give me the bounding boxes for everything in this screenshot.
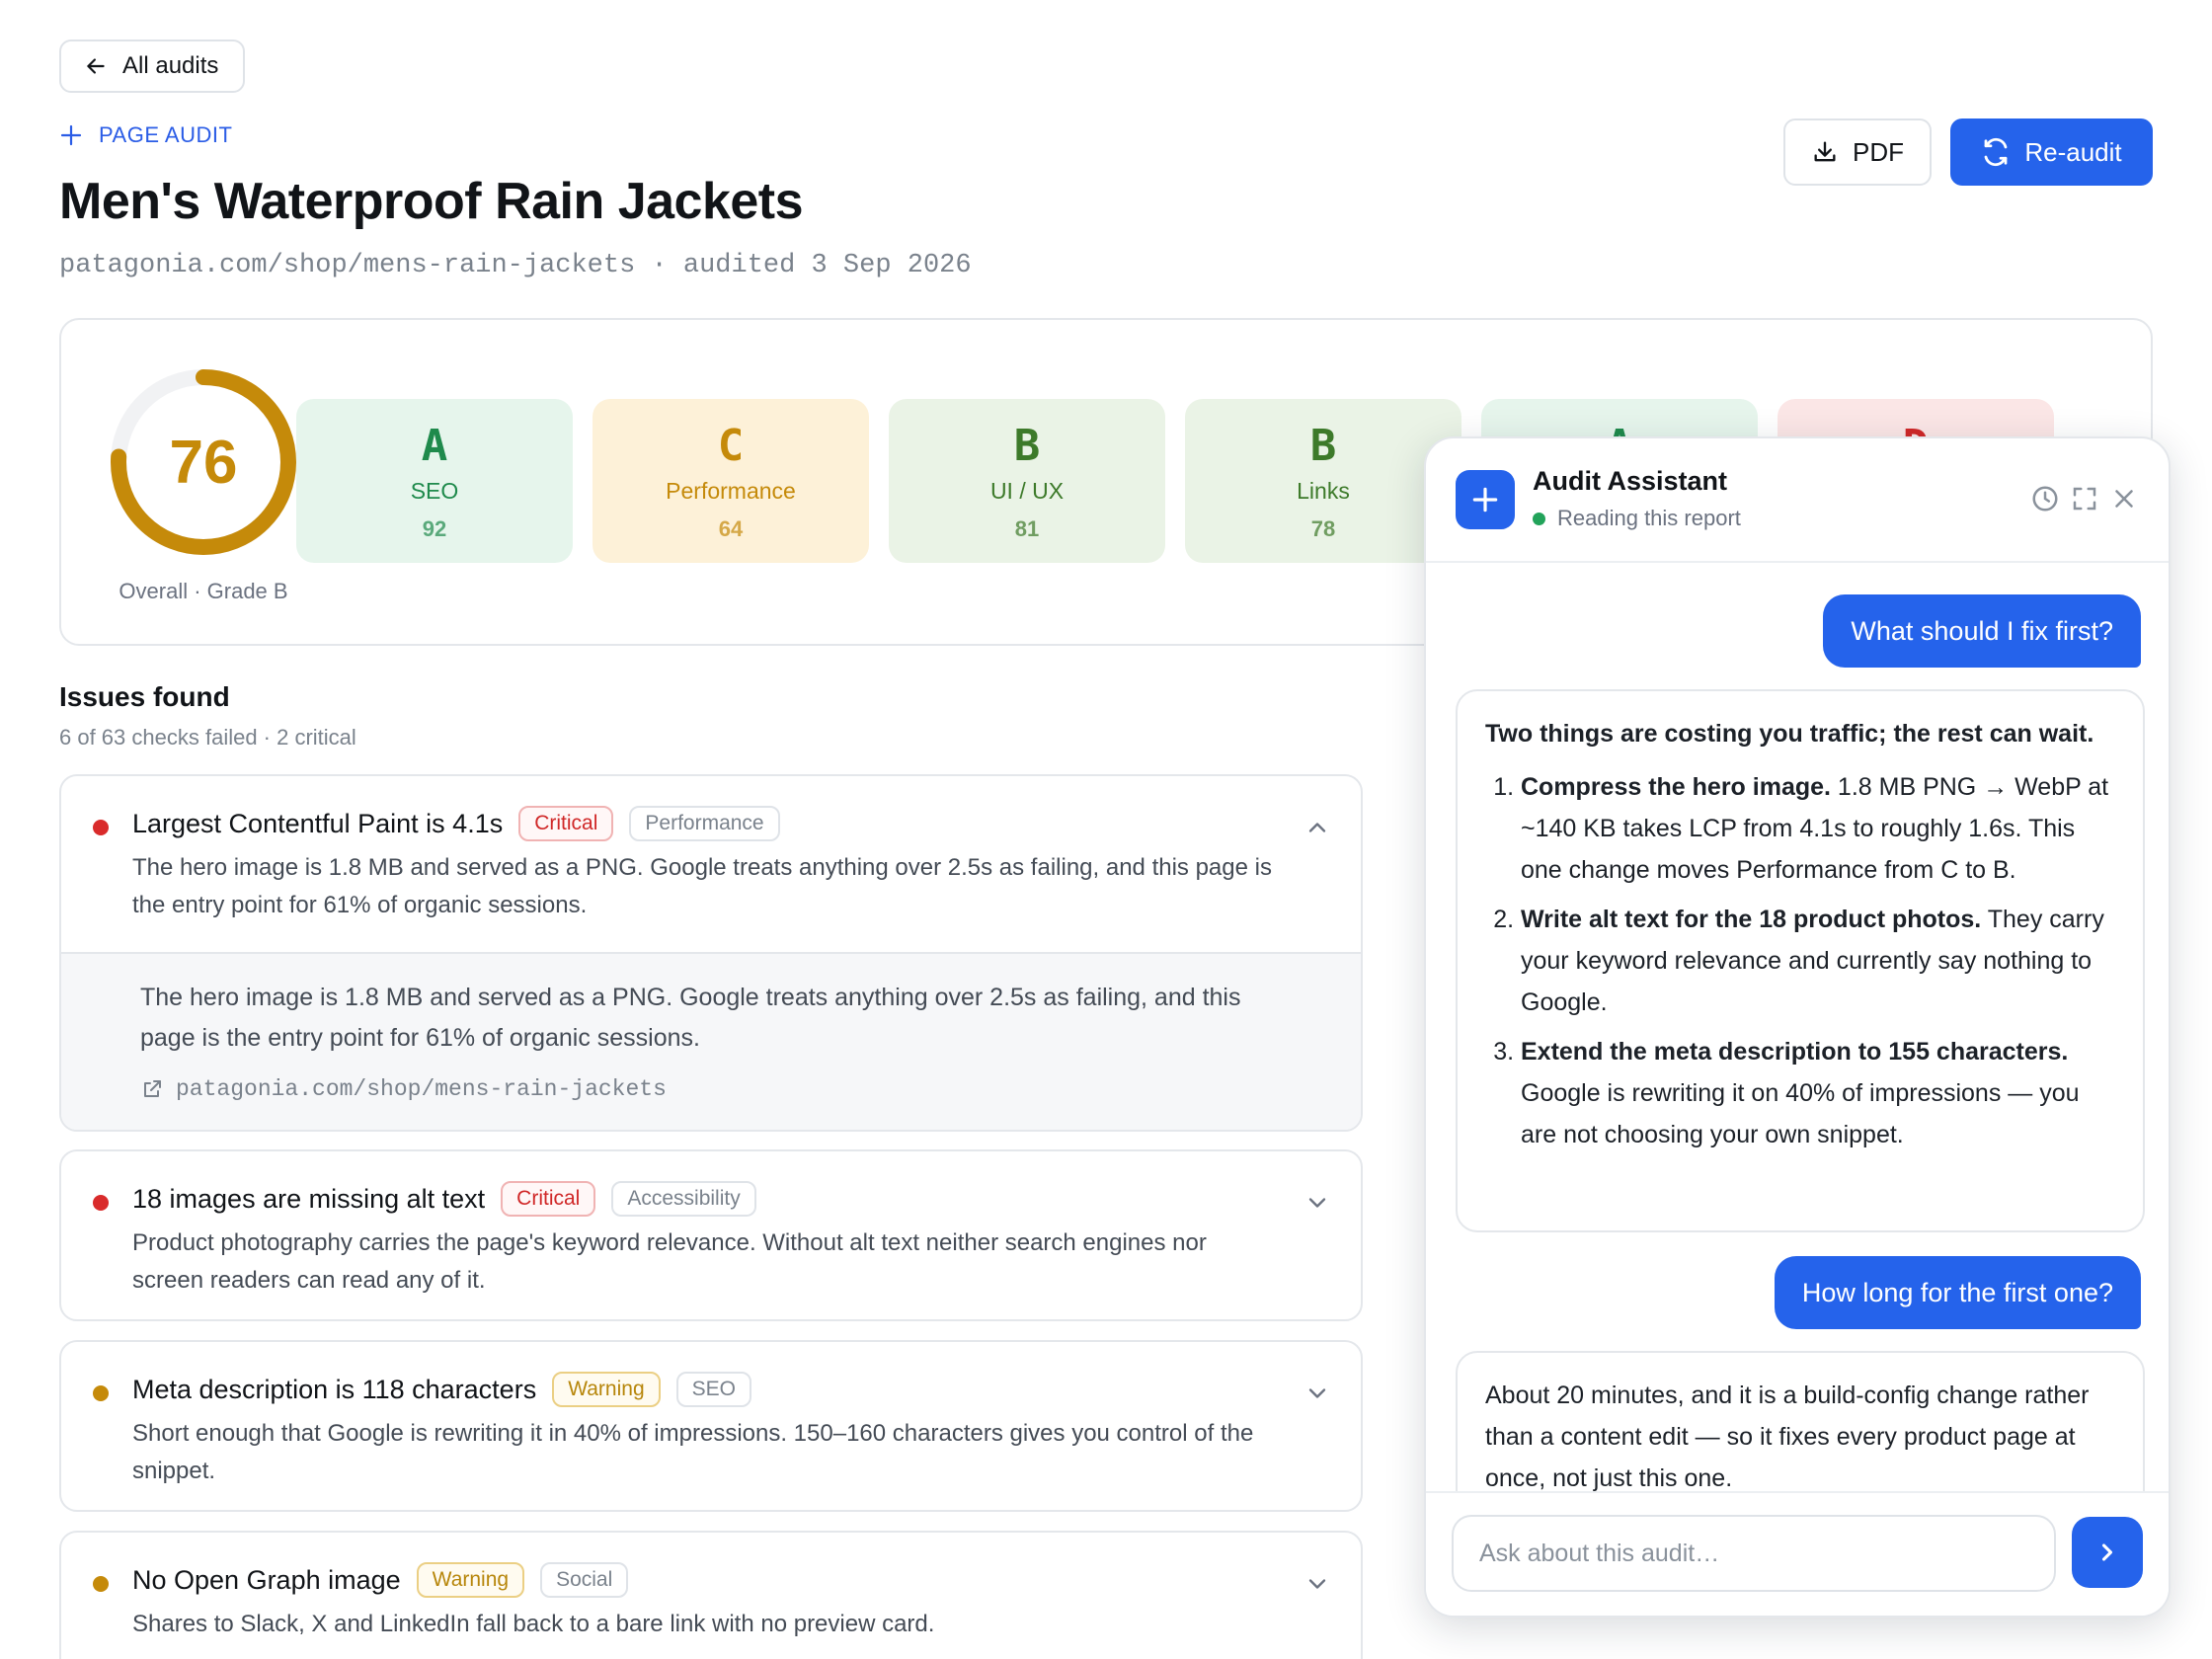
- grade-score: 81: [1014, 516, 1040, 541]
- user-message: What should I fix first?: [1823, 594, 2141, 668]
- list-item: Compress the hero image. 1.8 MB PNG → We…: [1521, 766, 2115, 891]
- issue-description: Shares to Slack, X and LinkedIn fall bac…: [132, 1611, 935, 1637]
- issue-title: 18 images are missing alt text: [132, 1183, 486, 1214]
- refresh-icon: [1984, 137, 2008, 167]
- all-audits-button[interactable]: All audits: [59, 40, 245, 93]
- chevron-down-icon[interactable]: [1304, 1189, 1331, 1217]
- issue-description: Short enough that Google is rewriting it…: [132, 1420, 1254, 1484]
- category-badge: Social: [540, 1562, 629, 1598]
- user-message: How long for the first one?: [1774, 1256, 2141, 1329]
- history-icon[interactable]: [2030, 484, 2060, 514]
- grade-score: 64: [718, 516, 744, 541]
- page-title: Men's Waterproof Rain Jackets: [59, 173, 804, 230]
- grade-letter: A: [421, 421, 448, 471]
- sparkle-icon: [60, 124, 82, 146]
- issue-title: Largest Contentful Paint is 4.1s: [132, 808, 504, 838]
- all-audits-label: All audits: [122, 52, 219, 79]
- issue-detail-panel: The hero image is 1.8 MB and served as a…: [61, 952, 1361, 1130]
- grade-card-ui-ux[interactable]: B UI / UX 81: [889, 399, 1165, 563]
- grade-letter: B: [1013, 421, 1041, 471]
- chevron-down-icon[interactable]: [1304, 1570, 1331, 1598]
- grade-label: SEO: [410, 478, 459, 504]
- grade-letter: C: [717, 421, 745, 471]
- overall-grade-caption: Overall · Grade B: [118, 579, 288, 603]
- re-audit-button[interactable]: Re-audit: [1950, 118, 2153, 186]
- issues-title: Issues found: [59, 681, 230, 712]
- assistant-title: Audit Assistant: [1533, 466, 1728, 496]
- assistant-message-intro: Two things are costing you traffic; the …: [1485, 720, 2094, 748]
- chevron-right-icon: [2101, 1543, 2113, 1561]
- issues-subtitle: 6 of 63 checks failed · 2 critical: [59, 725, 356, 750]
- issue-card-meta-description[interactable]: Meta description is 118 characters Warni…: [59, 1340, 1363, 1512]
- warning-dot: [93, 1385, 109, 1401]
- assistant-logo: [1456, 470, 1515, 529]
- category-badge: Accessibility: [611, 1181, 756, 1217]
- issue-description: Product photography carries the page's k…: [132, 1229, 1207, 1294]
- grade-card-seo[interactable]: A SEO 92: [296, 399, 573, 563]
- eyebrow-label: PAGE AUDIT: [99, 122, 233, 147]
- severity-badge: Warning: [416, 1562, 525, 1598]
- grade-letter: B: [1309, 421, 1337, 471]
- download-icon: [1814, 141, 1836, 162]
- issue-title: No Open Graph image: [132, 1564, 401, 1595]
- arrow-left-icon: [87, 58, 105, 74]
- grade-label: Performance: [666, 478, 796, 504]
- grade-score: 92: [422, 516, 447, 541]
- issue-link-url: patagonia.com/shop/mens-rain-jackets: [176, 1076, 667, 1102]
- grade-card-links[interactable]: B Links 78: [1185, 399, 1462, 563]
- chevron-up-icon[interactable]: [1304, 814, 1331, 841]
- issue-card-lcp[interactable]: Largest Contentful Paint is 4.1s Critica…: [59, 774, 1363, 1132]
- list-item: Write alt text for the 18 product photos…: [1521, 899, 2115, 1023]
- ask-input[interactable]: [1452, 1515, 2056, 1592]
- issue-title: Meta description is 118 characters: [132, 1374, 537, 1404]
- assistant-composer: [1426, 1491, 2169, 1616]
- issue-page-link[interactable]: patagonia.com/shop/mens-rain-jackets: [140, 1076, 1302, 1102]
- page-audit-eyebrow: PAGE AUDIT: [59, 122, 232, 148]
- pdf-download-button[interactable]: PDF: [1783, 118, 1932, 186]
- expand-icon[interactable]: [2070, 484, 2099, 514]
- issue-description: The hero image is 1.8 MB and served as a…: [132, 854, 1272, 918]
- overall-score-value: 76: [169, 428, 238, 497]
- assistant-message: Two things are costing you traffic; the …: [1456, 689, 2145, 1232]
- pdf-label: PDF: [1853, 136, 1904, 167]
- close-icon[interactable]: [2109, 484, 2139, 514]
- severity-badge: Critical: [518, 806, 614, 841]
- assistant-header: Audit Assistant Reading this report: [1426, 438, 2169, 563]
- grade-label: Links: [1297, 478, 1350, 504]
- re-audit-label: Re-audit: [2024, 136, 2122, 167]
- category-badge: Performance: [629, 806, 780, 841]
- page-url-subline: patagonia.com/shop/mens-rain-jackets · a…: [59, 251, 972, 280]
- sparkle-icon: [1472, 487, 1498, 513]
- online-status-dot: [1533, 512, 1545, 525]
- assistant-status: Reading this report: [1533, 506, 1741, 531]
- critical-dot: [93, 820, 109, 835]
- issue-card-alt-text[interactable]: 18 images are missing alt text Critical …: [59, 1149, 1363, 1321]
- send-button[interactable]: [2072, 1517, 2143, 1588]
- severity-badge: Critical: [501, 1181, 596, 1217]
- severity-badge: Warning: [552, 1372, 661, 1407]
- list-item: Extend the meta description to 155 chara…: [1521, 1031, 2115, 1155]
- recommendation-list: Compress the hero image. 1.8 MB PNG → We…: [1485, 766, 2115, 1155]
- audit-assistant-panel: Audit Assistant Reading this report What…: [1424, 436, 2171, 1618]
- warning-dot: [93, 1576, 109, 1592]
- category-badge: SEO: [675, 1372, 751, 1407]
- grade-label: UI / UX: [989, 478, 1065, 504]
- assistant-status-text: Reading this report: [1557, 506, 1741, 530]
- issue-detail-text: The hero image is 1.8 MB and served as a…: [140, 984, 1241, 1052]
- external-link-icon: [144, 1080, 161, 1097]
- critical-dot: [93, 1195, 109, 1211]
- grade-card-performance[interactable]: C Performance 64: [592, 399, 869, 563]
- issue-card-open-graph[interactable]: No Open Graph image Warning Social Share…: [59, 1531, 1363, 1659]
- chevron-down-icon[interactable]: [1304, 1380, 1331, 1407]
- grade-score: 78: [1310, 516, 1336, 541]
